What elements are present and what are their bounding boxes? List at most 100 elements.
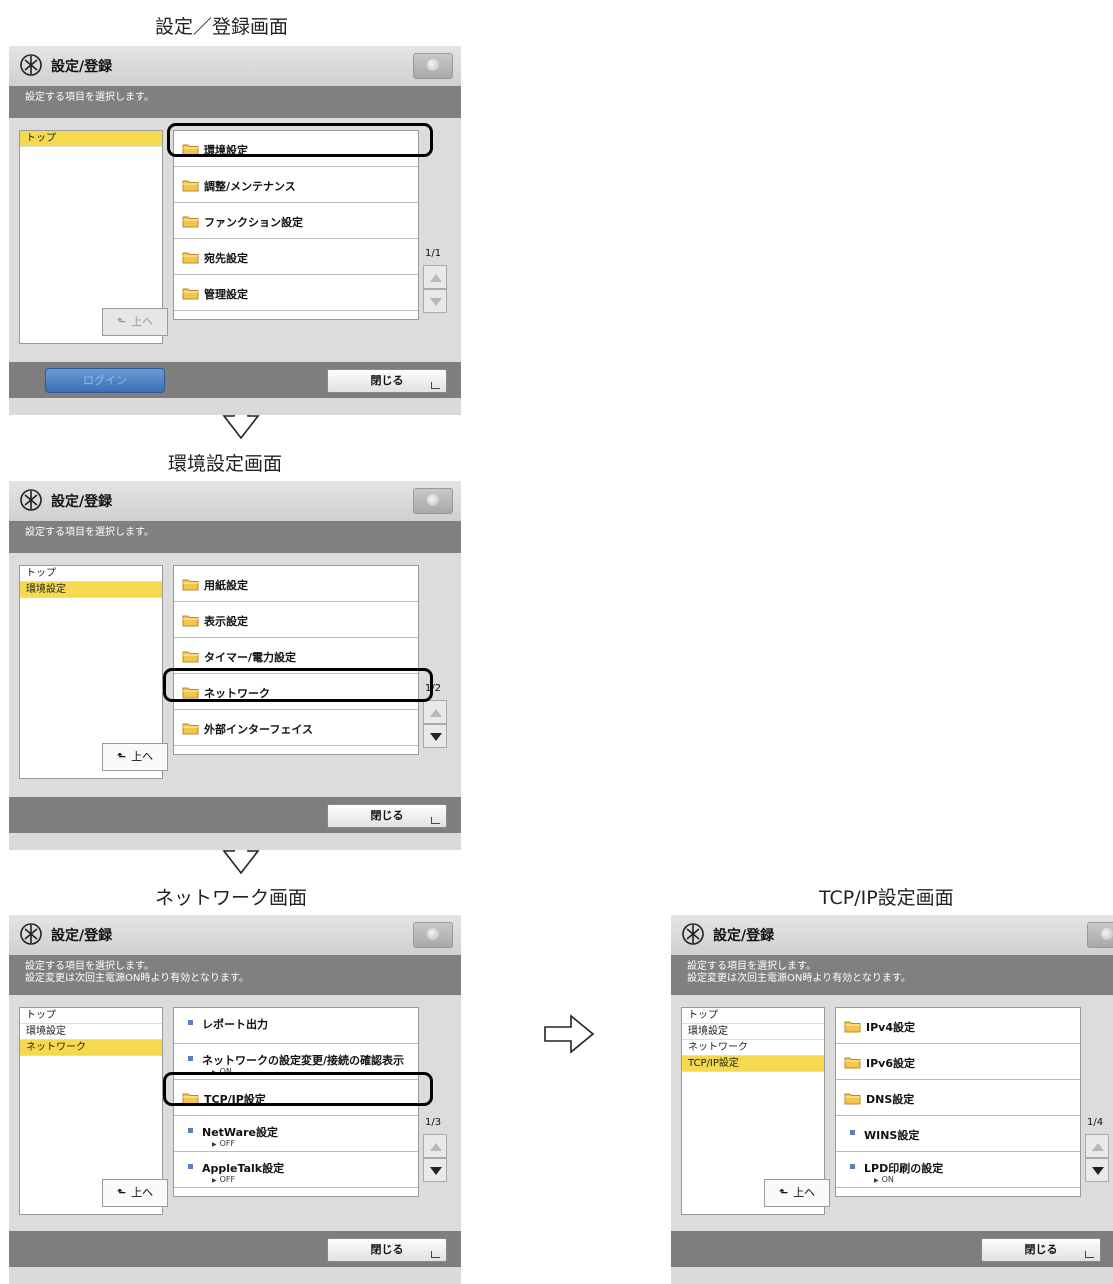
close-button[interactable]: 閉じる — [327, 1238, 447, 1262]
breadcrumb: トップ 環境設定 ⬑ 上へ — [19, 565, 168, 779]
caption-environment-screen: 環境設定画面 — [168, 453, 283, 475]
network-panel: 設定/登録 設定する項目を選択します。 設定変更は次回主電源ON時より有効となり… — [9, 915, 461, 1284]
selection-highlight — [167, 123, 433, 157]
scroll-down-button[interactable] — [423, 1158, 447, 1182]
tcpip-panel: 設定/登録 設定する項目を選択します。 設定変更は次回主電源ON時より有効となり… — [671, 915, 1113, 1284]
list-item-label: LPD印刷の設定 — [864, 1162, 944, 1175]
scroll-down-icon — [430, 298, 442, 306]
message-line-2: 設定変更は次回主電源ON時より有効となります。 — [25, 973, 249, 984]
list-item-adjustment[interactable]: 調整/メンテナンス — [174, 167, 418, 203]
page-indicator: 1/1 — [425, 248, 442, 259]
message-bar: 設定する項目を選択します。 — [9, 521, 461, 553]
folder-icon — [182, 579, 199, 591]
folder-icon — [182, 252, 199, 264]
page-indicator: 1/4 — [1087, 1117, 1104, 1128]
enter-corner-icon — [431, 817, 440, 824]
folder-icon — [844, 1093, 861, 1105]
bottom-bar: 閉じる — [9, 797, 461, 833]
up-arrow-icon: ⬑ — [116, 315, 127, 328]
settings-icon — [20, 489, 42, 511]
content-area: トップ ⬑ 上へ 環境設定 調整/メンテナンス ファンクション設定 宛先設定 管理… — [9, 118, 461, 362]
status-lamp-icon — [1101, 928, 1113, 940]
status-button[interactable] — [413, 488, 453, 514]
list-item-label: ファンクション設定 — [204, 216, 303, 229]
up-button[interactable]: ⬑ 上へ — [764, 1179, 830, 1207]
crumb-top[interactable]: トップ — [20, 1008, 162, 1024]
list-item-paper[interactable]: 用紙設定 — [174, 566, 418, 602]
scroll-down-button[interactable] — [423, 724, 447, 748]
list-item-label: 用紙設定 — [204, 579, 248, 592]
status-button[interactable] — [1087, 922, 1113, 948]
arrow-right-icon — [544, 1014, 595, 1054]
content-area: トップ 環境設定 ネットワーク ⬑ 上へ レポート出力 ネットワークの設定変更/接… — [9, 995, 461, 1231]
list-item-netware[interactable]: NetWare設定OFF — [174, 1116, 418, 1152]
scroll-up-button[interactable] — [423, 265, 447, 289]
caption-settings-screen: 設定／登録画面 — [155, 16, 289, 38]
settings-list: 用紙設定 表示設定 タイマー/電力設定 ネットワーク 外部インターフェイス — [173, 565, 419, 755]
crumb-environment[interactable]: 環境設定 — [682, 1024, 824, 1040]
status-lamp-icon — [427, 59, 439, 71]
list-item-external-interface[interactable]: 外部インターフェイス — [174, 710, 418, 746]
close-button[interactable]: 閉じる — [981, 1238, 1101, 1262]
title-bar: 設定/登録 — [9, 481, 461, 521]
crumb-environment[interactable]: 環境設定 — [20, 582, 162, 598]
list-item-function[interactable]: ファンクション設定 — [174, 203, 418, 239]
enter-corner-icon — [1085, 1251, 1094, 1258]
list-item-label: AppleTalk設定 — [202, 1162, 285, 1175]
list-item-ipv6[interactable]: IPv6設定 — [836, 1044, 1080, 1080]
scroll-down-button[interactable] — [1085, 1158, 1109, 1182]
scroll-down-button[interactable] — [423, 289, 447, 313]
message-line: 設定する項目を選択します。 — [25, 961, 154, 972]
crumb-network[interactable]: ネットワーク — [682, 1040, 824, 1056]
close-button[interactable]: 閉じる — [327, 804, 447, 828]
breadcrumb: トップ ⬑ 上へ — [19, 130, 168, 344]
footer-strip — [671, 1267, 1113, 1284]
folder-icon — [182, 615, 199, 627]
list-item-dns[interactable]: DNS設定 — [836, 1080, 1080, 1116]
list-item-wins[interactable]: WINS設定 — [836, 1116, 1080, 1152]
list-item-value: OFF — [212, 1139, 236, 1148]
up-button[interactable]: ⬑ 上へ — [102, 308, 168, 336]
status-lamp-icon — [427, 494, 439, 506]
bullet-icon — [850, 1164, 855, 1169]
status-button[interactable] — [413, 922, 453, 948]
crumb-network[interactable]: ネットワーク — [20, 1040, 162, 1056]
list-item-report-output[interactable]: レポート出力 — [174, 1008, 418, 1044]
up-button[interactable]: ⬑ 上へ — [102, 1179, 168, 1207]
crumb-top[interactable]: トップ — [682, 1008, 824, 1024]
up-button[interactable]: ⬑ 上へ — [102, 743, 168, 771]
selection-highlight — [163, 668, 433, 702]
scroll-up-button[interactable] — [423, 700, 447, 724]
status-button[interactable] — [413, 53, 453, 79]
title-bar: 設定/登録 — [9, 915, 461, 955]
list-item-display[interactable]: 表示設定 — [174, 602, 418, 638]
crumb-top[interactable]: トップ — [20, 131, 162, 147]
list-item-label: タイマー/電力設定 — [204, 651, 297, 664]
footer-strip — [9, 1267, 461, 1284]
list-item-destination[interactable]: 宛先設定 — [174, 239, 418, 275]
crumb-top[interactable]: トップ — [20, 566, 162, 582]
list-item-lpd[interactable]: LPD印刷の設定ON — [836, 1152, 1080, 1188]
scroll-up-icon — [430, 1143, 442, 1151]
list-item-management[interactable]: 管理設定 — [174, 275, 418, 311]
list-item-value: ON — [874, 1175, 894, 1184]
list-item-ipv4[interactable]: IPv4設定 — [836, 1008, 1080, 1044]
message-line: 設定する項目を選択します。 — [687, 961, 816, 972]
enter-corner-icon — [431, 382, 440, 389]
folder-icon — [182, 180, 199, 192]
content-area: トップ 環境設定 ネットワーク TCP/IP設定 ⬑ 上へ IPv4設定 IPv6… — [671, 995, 1113, 1231]
message-bar: 設定する項目を選択します。 設定変更は次回主電源ON時より有効となります。 — [9, 955, 461, 995]
login-button[interactable]: ログイン — [45, 368, 165, 393]
scroll-up-button[interactable] — [423, 1134, 447, 1158]
list-item-appletalk[interactable]: AppleTalk設定OFF — [174, 1152, 418, 1188]
scroll-up-button[interactable] — [1085, 1134, 1109, 1158]
bullet-icon — [850, 1130, 855, 1135]
scroll-up-icon — [1092, 1143, 1104, 1151]
crumb-environment[interactable]: 環境設定 — [20, 1024, 162, 1040]
footer-strip — [9, 398, 461, 415]
message-line: 設定する項目を選択します。 — [25, 92, 154, 103]
close-button[interactable]: 閉じる — [327, 369, 447, 393]
up-button-label: 上へ — [793, 1186, 816, 1199]
list-item-label: 表示設定 — [204, 615, 248, 628]
crumb-tcpip[interactable]: TCP/IP設定 — [682, 1056, 824, 1072]
